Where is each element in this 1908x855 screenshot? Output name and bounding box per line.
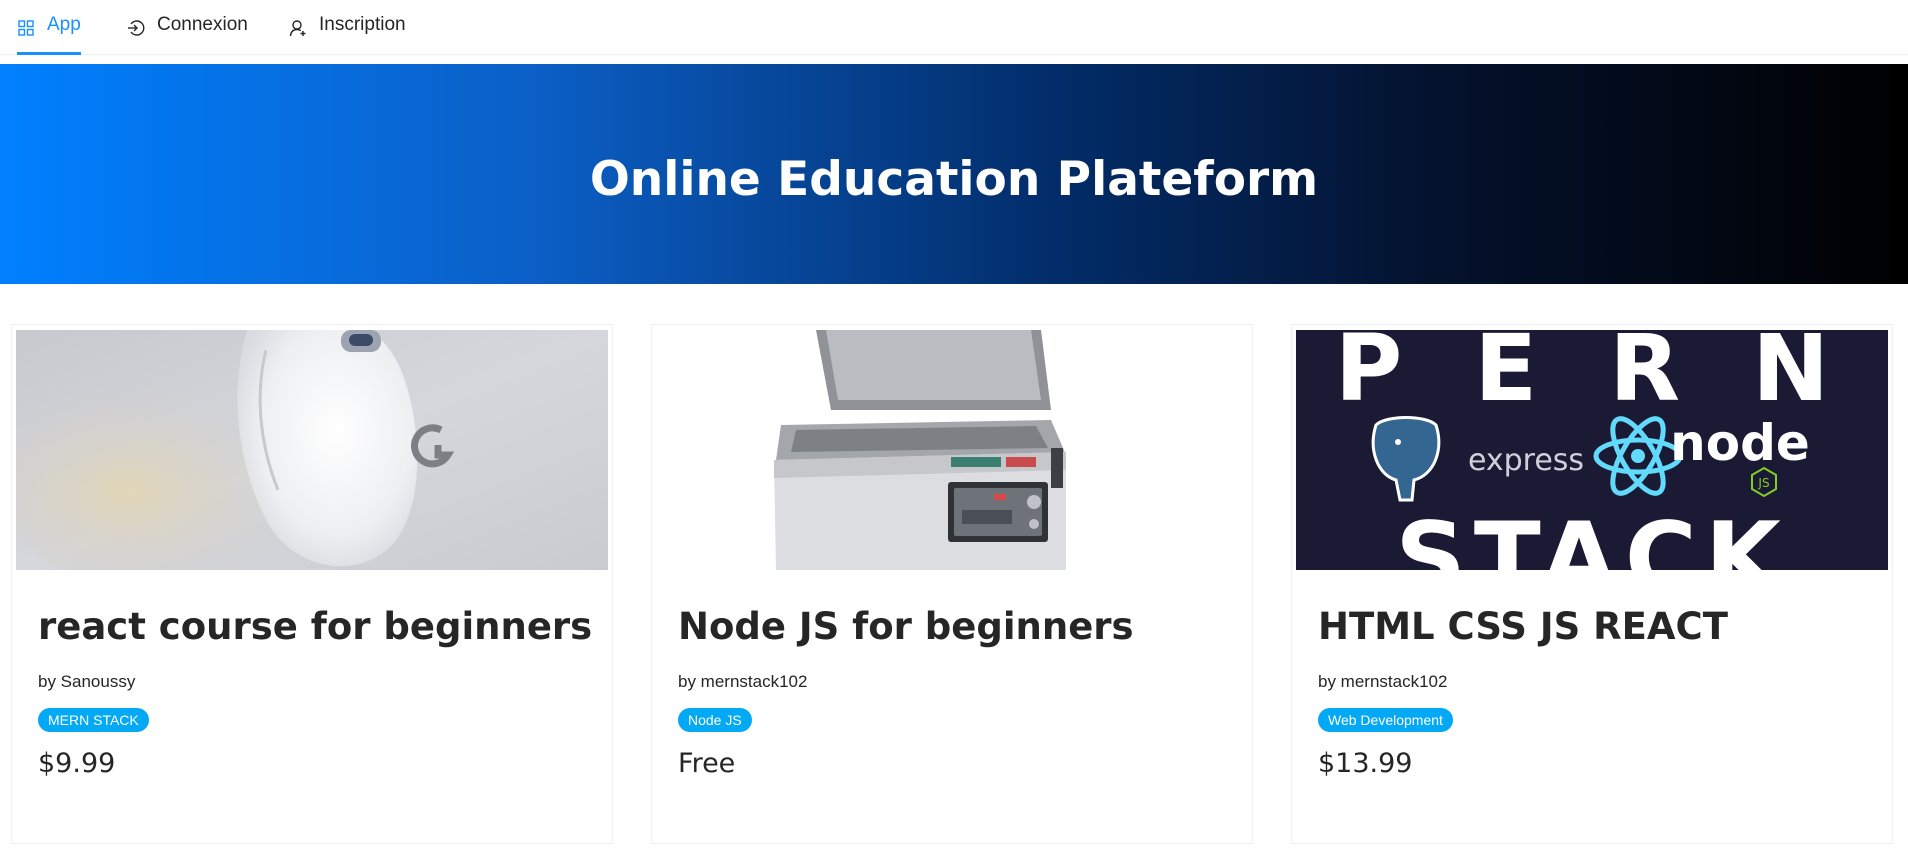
course-title[interactable]: Node JS for beginners (678, 605, 1232, 648)
login-icon (127, 19, 145, 37)
course-title[interactable]: react course for beginners (38, 605, 592, 648)
hero-title: Online Education Plateform (589, 151, 1319, 207)
course-category-tag: Node JS (678, 708, 752, 732)
pern-title-text: P E R N (1335, 330, 1849, 422)
course-title[interactable]: HTML CSS JS REACT (1318, 605, 1872, 648)
node-logo-text: node (1670, 414, 1810, 472)
stack-title-text: STACK (1395, 502, 1789, 570)
svg-text:JS: JS (1757, 476, 1769, 490)
express-logo-text: express (1468, 443, 1584, 478)
course-card[interactable]: P E R N express node JS STACK HTML CSS J (1291, 324, 1893, 844)
course-category-tag: Web Development (1318, 708, 1453, 732)
course-author: by mernstack102 (1318, 672, 1448, 691)
course-price: $13.99 (1318, 748, 1413, 779)
course-card[interactable]: Node JS for beginners by mernstack102 No… (651, 324, 1253, 844)
top-navigation: App Connexion Inscription (0, 0, 1908, 55)
nav-item-label: Connexion (157, 13, 248, 35)
user-add-icon (289, 19, 307, 37)
grid-icon (17, 19, 35, 37)
course-cover-image: P E R N express node JS STACK (1296, 330, 1888, 570)
nav-item-inscription[interactable]: Inscription (289, 0, 406, 55)
nav-item-app[interactable]: App (17, 0, 81, 55)
pern-stack-logo-image: P E R N express node JS STACK (1296, 330, 1888, 570)
course-card[interactable]: react course for beginners by Sanoussy M… (11, 324, 613, 844)
course-card-body: Node JS for beginners by mernstack102 No… (678, 605, 1232, 779)
course-author: by Sanoussy (38, 672, 136, 691)
course-card-body: HTML CSS JS REACT by mernstack102 Web De… (1318, 605, 1872, 779)
nav-item-label: Inscription (319, 13, 406, 35)
nav-item-label: App (47, 13, 81, 35)
course-category-tag: MERN STACK (38, 708, 149, 732)
hero-banner: Online Education Plateform (0, 64, 1908, 284)
course-author: by mernstack102 (678, 672, 808, 691)
course-cover-image (656, 330, 1248, 570)
white-gaming-mouse-image (16, 330, 608, 570)
course-card-body: react course for beginners by Sanoussy M… (38, 605, 592, 779)
course-price: $9.99 (38, 748, 116, 779)
course-price: Free (678, 748, 736, 779)
vacuum-sealer-machine-image (656, 330, 1248, 570)
course-cover-image (16, 330, 608, 570)
nav-item-connexion[interactable]: Connexion (127, 0, 248, 55)
